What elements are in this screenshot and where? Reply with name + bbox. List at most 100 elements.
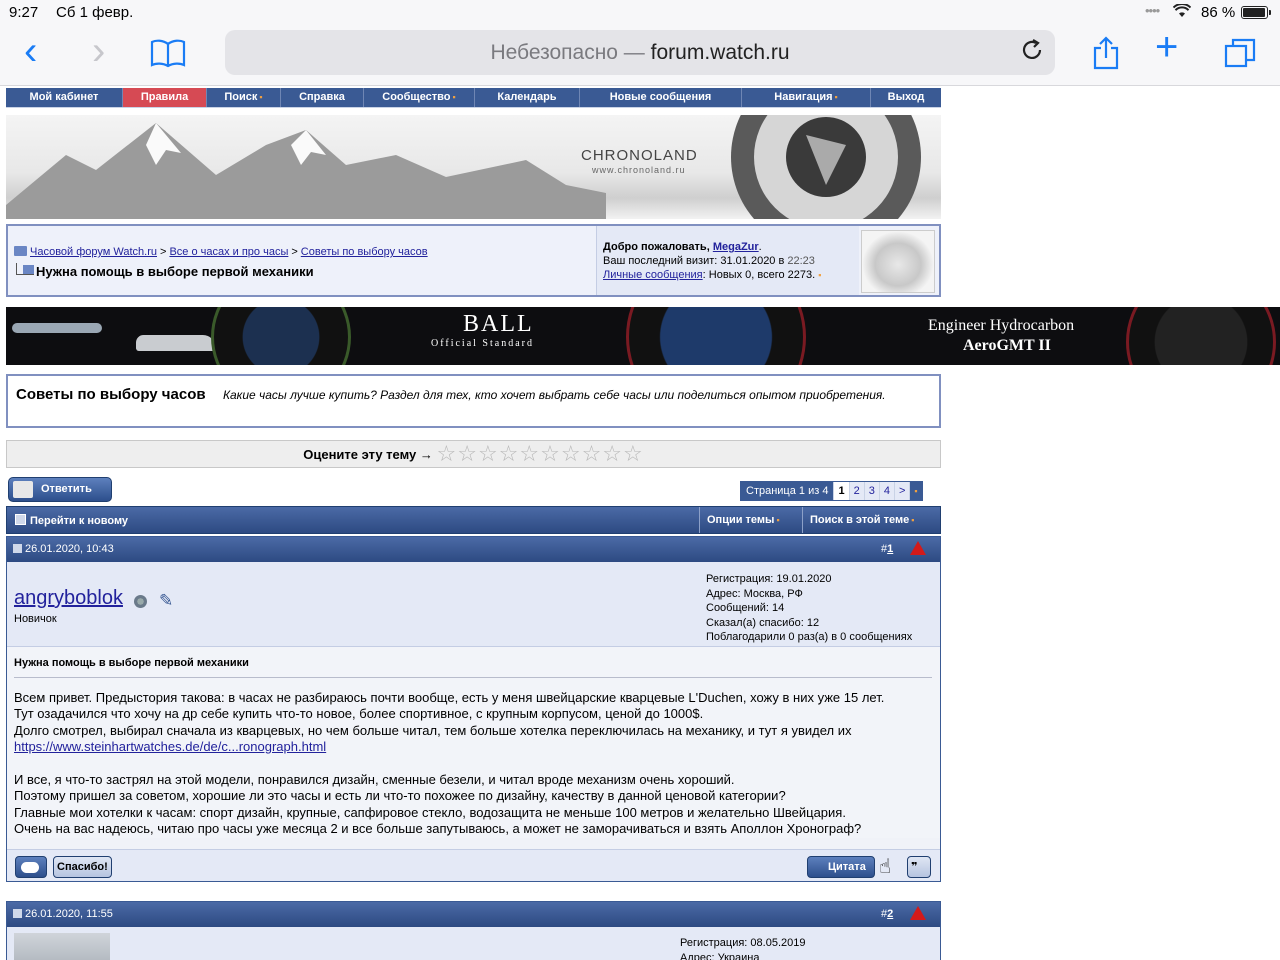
insecure-label: Небезопасно — (490, 41, 645, 64)
page-title: Нужна помощь в выборе первой механики (16, 263, 314, 279)
avatar[interactable] (861, 230, 935, 293)
pencil-icon[interactable]: ✎ (159, 591, 173, 611)
dropdown-icon: ▪ (776, 515, 780, 525)
ball-model-line2: AeroGMT II (963, 337, 1051, 354)
dropdown-icon[interactable]: ▪ (818, 270, 821, 280)
post-number[interactable]: #1 (881, 543, 893, 555)
welcome-block: Добро пожаловать, MegaZur. Ваш последний… (596, 226, 859, 295)
post-footer: Спасибо! Цитата ☝ ❞ (7, 848, 940, 881)
car-graphic (136, 335, 216, 351)
forward-icon[interactable]: › (92, 31, 105, 71)
reply-button[interactable]: Ответить (8, 477, 112, 502)
rating-label: Оцените эту тему → (303, 447, 433, 462)
post: 26.01.2020, 11:55 #2 Регистрация: 08.05.… (6, 901, 941, 960)
folder-icon (14, 246, 27, 256)
post-username[interactable]: angryboblok (14, 587, 123, 610)
post-link[interactable]: https://www.steinhartwatches.de/de/c...r… (14, 739, 326, 754)
nav-community[interactable]: Сообщество ▪ (364, 88, 475, 107)
page-count-label: Страница 1 из 4 (741, 482, 834, 500)
battery-fill (1243, 8, 1265, 17)
back-icon[interactable]: ‹ (24, 31, 37, 71)
page-next[interactable]: > (893, 482, 910, 500)
report-icon[interactable] (910, 906, 926, 920)
avatar[interactable] (14, 933, 110, 960)
browser-toolbar: ‹ › Небезопасно — forum.watch.ru + (0, 26, 1280, 86)
watch-graphic (1126, 307, 1276, 365)
forum-description: Какие часы лучше купить? Раздел для тех,… (222, 388, 886, 402)
chronoland-logo: CHRONOLAND (581, 147, 698, 164)
pagination: Страница 1 из 4 1 2 3 4 > ▪ (740, 481, 923, 501)
bookmarks-icon[interactable] (150, 38, 186, 74)
nav-new-posts[interactable]: Новые сообщения (580, 88, 742, 107)
user-info: Регистрация: 19.01.2020 Адрес: Москва, Р… (706, 573, 913, 643)
post-header: 26.01.2020, 10:43 #1 (7, 537, 940, 562)
page-link[interactable]: 3 (863, 482, 879, 500)
post-date: 26.01.2020, 10:43 (25, 543, 114, 555)
nav-help[interactable]: Справка (281, 88, 364, 107)
forum-name: Советы по выбору часов (16, 386, 206, 403)
address-bar[interactable]: Небезопасно — forum.watch.ru (225, 30, 1055, 75)
forum-navbar: Мой кабинет Правила Поиск ▪ Справка Сообщ… (6, 88, 941, 108)
user-info: Регистрация: 08.05.2019 Адрес: Украина (680, 937, 806, 960)
thread-toolbar: Перейти к новому Опции темы ▪ Поиск в это… (6, 506, 941, 534)
post-author: angryboblok ✎ Новичок Регистрация: 19.01… (7, 562, 940, 647)
ball-tagline: Official Standard (431, 338, 534, 349)
folder-open-icon (16, 263, 34, 275)
star-icons[interactable]: ☆☆☆☆☆☆☆☆☆☆ (437, 441, 644, 466)
breadcrumb: Часовой форум Watch.ru > Все о часах и про… (14, 246, 428, 258)
page-link[interactable]: 4 (878, 482, 894, 500)
post-icon (13, 909, 22, 918)
new-tab-icon[interactable]: + (1155, 27, 1178, 67)
chronoland-url: www.chronoland.ru (592, 165, 686, 175)
private-messages-link[interactable]: Личные сообщения (603, 269, 703, 281)
watch-graphic (626, 307, 806, 365)
chronoland-banner[interactable]: CHRONOLAND www.chronoland.ru (6, 115, 941, 219)
report-icon[interactable] (910, 541, 926, 555)
post-body: Нужна помощь в выборе первой механики Вс… (7, 647, 940, 838)
post-text: Всем привет. Предыстория такова: в часах… (14, 690, 885, 837)
nav-rules[interactable]: Правила (123, 88, 207, 107)
post-date: 26.01.2020, 11:55 (25, 908, 113, 920)
dropdown-icon[interactable]: ▪ (909, 482, 922, 500)
comment-button[interactable] (15, 855, 47, 878)
breadcrumb-link-advice[interactable]: Советы по выбору часов (301, 246, 428, 258)
nav-navigation[interactable]: Навигация ▪ (742, 88, 871, 107)
breadcrumb-link-all-about-watches[interactable]: Все о часах и про часы (169, 246, 288, 258)
nav-logout[interactable]: Выход (871, 88, 941, 107)
url-domain: forum.watch.ru (650, 41, 790, 64)
status-bar: 9:27 Сб 1 февр. •••• 86 % (0, 0, 1280, 26)
ball-banner[interactable]: BALL Official Standard Engineer Hydrocar… (6, 307, 1280, 365)
ball-model-line1: Engineer Hydrocarbon (928, 317, 1075, 334)
search-thread-menu[interactable]: Поиск в этой теме ▪ (802, 507, 940, 533)
post-number[interactable]: #2 (881, 908, 893, 920)
quote-button[interactable]: Цитата (807, 855, 875, 878)
goto-new-link[interactable]: Перейти к новому (15, 514, 128, 527)
page-current: 1 (833, 482, 849, 500)
dropdown-icon: ▪ (259, 92, 263, 102)
multi-quote-icon[interactable]: ❞ (907, 855, 931, 878)
airplane-graphic (12, 323, 102, 333)
cellular-signal-icon: •••• (1145, 3, 1160, 18)
post-icon (13, 544, 22, 553)
nav-calendar[interactable]: Календарь (475, 88, 580, 107)
page-link[interactable]: 2 (848, 482, 864, 500)
reload-icon[interactable] (1020, 38, 1044, 69)
online-status-icon (134, 595, 147, 608)
post-title: Нужна помощь в выборе первой механики (14, 657, 932, 678)
breadcrumb-panel: Часовой форум Watch.ru > Все о часах и про… (6, 224, 941, 297)
thanks-button[interactable]: Спасибо! (53, 855, 112, 878)
dropdown-icon: ▪ (911, 515, 915, 525)
mountain-graphic (6, 115, 921, 219)
dropdown-icon: ▪ (452, 92, 456, 102)
post-header: 26.01.2020, 11:55 #2 (7, 902, 940, 927)
nav-my-cabinet[interactable]: Мой кабинет (6, 88, 123, 107)
thread-options-menu[interactable]: Опции темы ▪ (699, 507, 802, 533)
dropdown-icon: ▪ (834, 92, 838, 102)
breadcrumb-link-forum[interactable]: Часовой форум Watch.ru (30, 246, 157, 258)
username-link[interactable]: MegaZur (713, 241, 759, 253)
post-author: Регистрация: 08.05.2019 Адрес: Украина (7, 927, 940, 960)
share-icon[interactable] (1092, 36, 1120, 76)
tabs-overview-icon[interactable] (1224, 38, 1256, 74)
nav-search[interactable]: Поиск ▪ (207, 88, 281, 107)
wifi-icon (1172, 3, 1192, 22)
